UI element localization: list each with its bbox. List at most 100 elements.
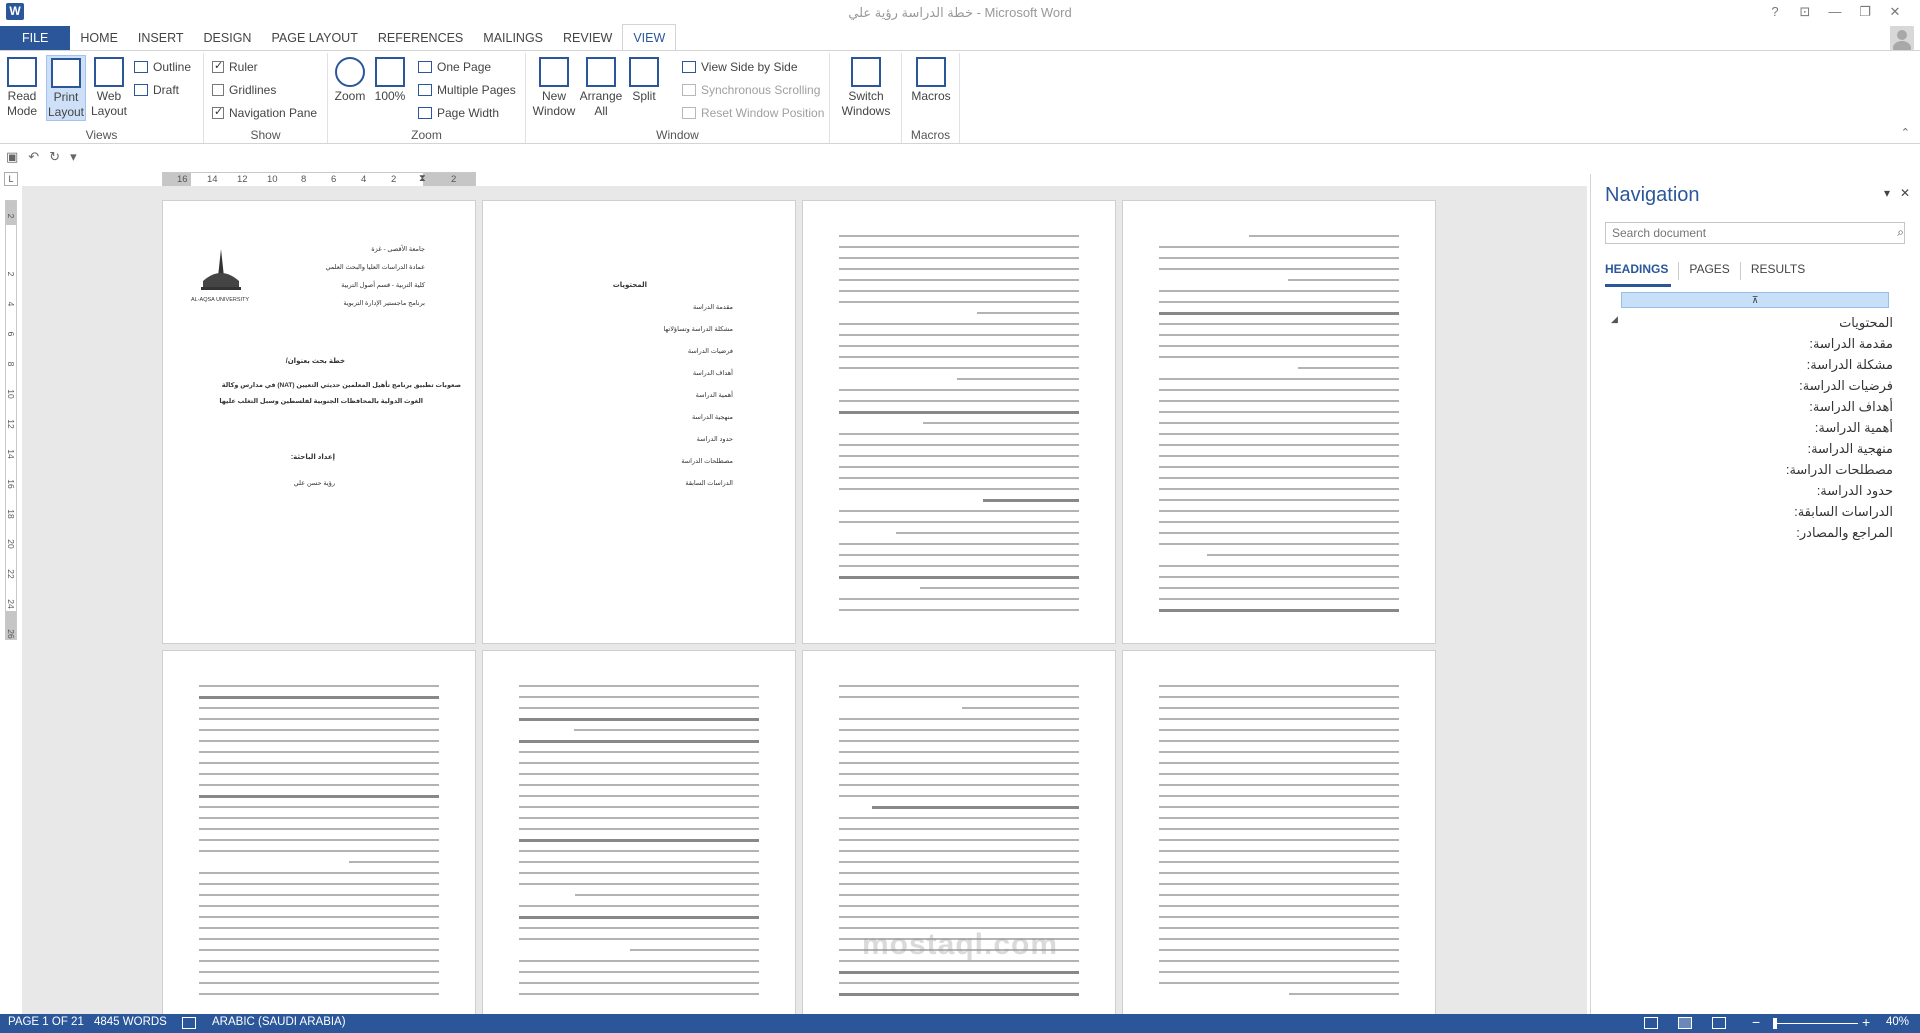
page-count[interactable]: PAGE 1 OF 21: [8, 1016, 84, 1028]
page-5[interactable]: [162, 650, 476, 1014]
draft-button[interactable]: Draft: [134, 80, 179, 100]
macros-icon: [916, 57, 946, 87]
heading-item[interactable]: أهمية الدراسة:: [1631, 417, 1893, 438]
text-line: [896, 532, 1079, 534]
zoom-100-button[interactable]: 100%: [372, 55, 408, 104]
split-button[interactable]: Split: [626, 55, 662, 104]
navigation-pane: Navigation ▾ ✕ ⌕ HEADINGS PAGES RESULTS …: [1590, 174, 1920, 1014]
collapse-triangle-icon[interactable]: ◢: [1611, 314, 1618, 325]
heading-item[interactable]: المراجع والمصادر:: [1631, 522, 1893, 543]
text-line: [839, 740, 1079, 742]
heading-item[interactable]: مصطلحات الدراسة:: [1631, 459, 1893, 480]
tab-page-layout[interactable]: PAGE LAYOUT: [261, 26, 367, 51]
undo-icon[interactable]: ↶: [28, 149, 39, 165]
navigation-pane-checkbox[interactable]: Navigation Pane: [212, 103, 317, 123]
tab-view[interactable]: VIEW: [622, 24, 677, 51]
proofing-icon[interactable]: [182, 1017, 196, 1029]
text-line: [1159, 927, 1399, 929]
zoom-in-button[interactable]: +: [1862, 1014, 1870, 1030]
nav-top-heading-bar[interactable]: ⊼: [1621, 292, 1889, 308]
nav-close-icon[interactable]: ✕: [1900, 186, 1910, 200]
page-3[interactable]: [802, 200, 1116, 644]
text-line: [1159, 477, 1399, 479]
text-line: [1159, 301, 1399, 303]
heading-item[interactable]: الدراسات السابقة:: [1631, 501, 1893, 522]
heading-item[interactable]: منهجية الدراسة:: [1631, 438, 1893, 459]
reset-window-position-button[interactable]: Reset Window Position: [682, 103, 824, 123]
switch-windows-button[interactable]: Switch Windows: [836, 55, 896, 119]
read-mode-button[interactable]: Read Mode: [4, 55, 40, 119]
print-layout-button[interactable]: Print Layout: [46, 55, 86, 121]
heading-item[interactable]: حدود الدراسة:: [1631, 480, 1893, 501]
gridlines-checkbox[interactable]: Gridlines: [212, 80, 276, 100]
search-icon[interactable]: ⌕: [1897, 225, 1904, 240]
maximize-button[interactable]: ❐: [1850, 2, 1880, 22]
customize-qat-icon[interactable]: ▾: [70, 149, 77, 165]
outline-button[interactable]: Outline: [134, 57, 191, 77]
nav-tab-results[interactable]: RESULTS: [1741, 262, 1815, 280]
nav-menu-icon[interactable]: ▾: [1884, 186, 1890, 200]
save-icon[interactable]: ▣: [6, 149, 18, 165]
heading-item[interactable]: أهداف الدراسة:: [1631, 396, 1893, 417]
text-line: [199, 850, 439, 852]
new-window-button[interactable]: New Window: [532, 55, 576, 119]
heading-item[interactable]: مشكلة الدراسة:: [1631, 354, 1893, 375]
zoom-button[interactable]: Zoom: [332, 55, 368, 104]
redo-icon[interactable]: ↻: [49, 149, 60, 165]
minimize-button[interactable]: —: [1820, 2, 1850, 22]
vertical-ruler[interactable]: 2 2 4 6 8 10 12 14 16 18 20 22 24 26: [5, 200, 17, 640]
help-button[interactable]: ?: [1760, 2, 1790, 22]
ruler-number: 8: [301, 174, 307, 185]
tab-file[interactable]: FILE: [0, 26, 71, 51]
heading-item[interactable]: مقدمة الدراسة:: [1631, 333, 1893, 354]
web-layout-view-icon[interactable]: [1712, 1017, 1726, 1029]
arrange-all-button[interactable]: Arrange All: [578, 55, 624, 119]
page-cover[interactable]: جامعة الأقصى - غزة عمادة الدراسات العليا…: [162, 200, 476, 644]
page-8[interactable]: [1122, 650, 1436, 1014]
one-page-button[interactable]: One Page: [418, 57, 491, 77]
document-area[interactable]: جامعة الأقصى - غزة عمادة الدراسات العليا…: [22, 186, 1587, 1014]
tab-selector[interactable]: L: [4, 172, 18, 186]
ribbon-display-button[interactable]: ⊡: [1790, 2, 1820, 22]
page-4[interactable]: [1122, 200, 1436, 644]
tab-review[interactable]: REVIEW: [553, 26, 622, 51]
page-toc[interactable]: المحتويات مقدمة الدراسة مشكلة الدراسة وت…: [482, 200, 796, 644]
indent-marker-icon[interactable]: ⧗: [419, 173, 426, 184]
nav-tab-pages[interactable]: PAGES: [1679, 262, 1741, 280]
synchronous-scrolling-button[interactable]: Synchronous Scrolling: [682, 80, 820, 100]
text-line: [519, 751, 759, 753]
print-layout-view-icon[interactable]: [1678, 1017, 1692, 1029]
heading-item[interactable]: المحتويات: [1631, 312, 1893, 333]
heading-item[interactable]: فرضيات الدراسة:: [1631, 375, 1893, 396]
web-layout-button[interactable]: Web Layout: [90, 55, 128, 119]
page-width-button[interactable]: Page Width: [418, 103, 499, 123]
nav-tab-headings[interactable]: HEADINGS: [1605, 262, 1680, 280]
tab-home[interactable]: HOME: [70, 26, 128, 51]
tab-insert[interactable]: INSERT: [128, 26, 194, 51]
ruler-checkbox[interactable]: Ruler: [212, 57, 258, 77]
zoom-slider-thumb[interactable]: [1773, 1018, 1777, 1029]
collapse-ribbon-icon[interactable]: ⌃: [1901, 126, 1910, 139]
user-avatar[interactable]: [1890, 26, 1914, 50]
zoom-slider[interactable]: [1774, 1023, 1858, 1024]
text-line: [1297, 367, 1399, 369]
page-6[interactable]: [482, 650, 796, 1014]
multiple-pages-button[interactable]: Multiple Pages: [418, 80, 516, 100]
horizontal-ruler[interactable]: 16 14 12 10 8 6 4 2 2 ⧗: [162, 172, 476, 187]
tab-references[interactable]: REFERENCES: [368, 26, 473, 51]
zoom-level[interactable]: 40%: [1886, 1016, 1909, 1028]
language-indicator[interactable]: ARABIC (SAUDI ARABIA): [212, 1016, 346, 1028]
search-document-input[interactable]: [1605, 222, 1905, 244]
macros-button[interactable]: Macros: [908, 55, 954, 104]
read-mode-view-icon[interactable]: [1644, 1017, 1658, 1029]
word-count[interactable]: 4845 WORDS: [94, 1016, 167, 1028]
view-side-by-side-button[interactable]: View Side by Side: [682, 57, 798, 77]
zoom-out-button[interactable]: −: [1752, 1014, 1760, 1030]
tab-mailings[interactable]: MAILINGS: [473, 26, 553, 51]
tab-design[interactable]: DESIGN: [194, 26, 262, 51]
close-button[interactable]: ✕: [1880, 2, 1910, 22]
text-line: [839, 718, 1079, 720]
text-line: [839, 433, 1079, 435]
text-line: [1288, 279, 1399, 281]
views-group-label: Views: [85, 128, 118, 142]
